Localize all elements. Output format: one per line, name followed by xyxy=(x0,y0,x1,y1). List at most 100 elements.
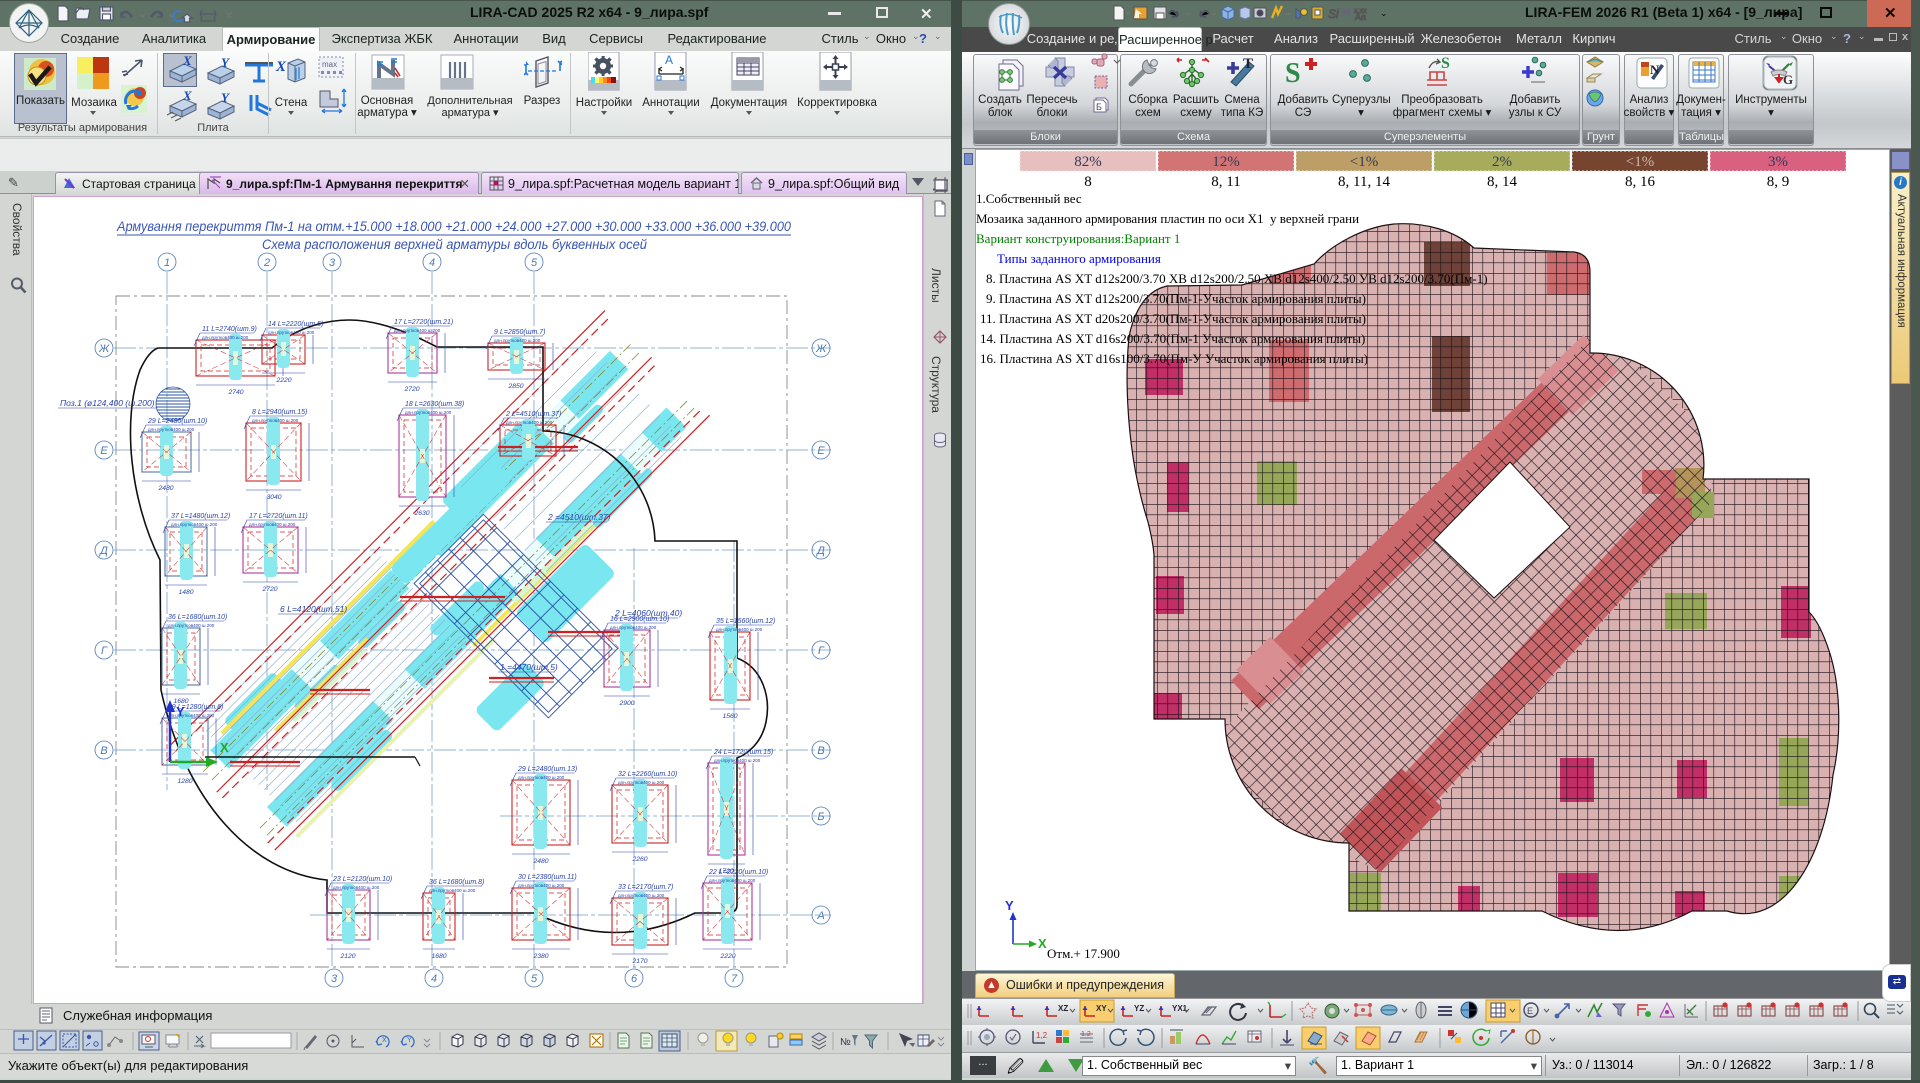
svg-text:14. Пластина AS XT d16s200/3.7: 14. Пластина AS XT d16s200/3.70(Пм-1 Уча… xyxy=(980,331,1365,346)
svg-text:длн.прутков400 ш.200: длн.прутков400 ш.200 xyxy=(249,522,296,527)
svg-text:35 L=1560(шт.12): 35 L=1560(шт.12) xyxy=(716,618,775,625)
svg-text:2: 2 xyxy=(263,257,270,269)
svg-text:1.2: 1.2 xyxy=(1081,1031,1091,1038)
svg-text:длн.прутков400 ш.200: длн.прутков400 ш.200 xyxy=(610,625,657,630)
svg-text:A: A xyxy=(665,53,673,67)
svg-text:длн.прутков400 ш.200: длн.прутков400 ш.200 xyxy=(518,883,565,888)
svg-text:В: В xyxy=(817,745,824,757)
svg-text:<1%: <1% xyxy=(1350,154,1378,170)
svg-text:2170: 2170 xyxy=(631,958,647,965)
svg-text:Б: Б xyxy=(1096,102,1102,112)
svg-text:8, 9: 8, 9 xyxy=(1767,174,1790,190)
svg-text:17 L=2720(шт.21): 17 L=2720(шт.21) xyxy=(394,319,453,326)
svg-text:2220: 2220 xyxy=(719,953,735,960)
svg-text:длн.прутков400 ш.200: длн.прутков400 ш.200 xyxy=(168,623,215,628)
svg-text:3: 3 xyxy=(329,257,336,269)
svg-text:длн.прутков400 ш.200: длн.прутков400 ш.200 xyxy=(714,758,761,763)
svg-text:Ж: Ж xyxy=(815,343,827,355)
svg-text:Д: Д xyxy=(815,545,825,557)
svg-text:36 L=1680(шт.8): 36 L=1680(шт.8) xyxy=(429,879,484,886)
svg-text:2380: 2380 xyxy=(532,953,548,960)
svg-text:3%: 3% xyxy=(1768,154,1788,170)
svg-text:Y: Y xyxy=(1005,898,1014,913)
svg-text:33 L=2170(шт.7): 33 L=2170(шт.7) xyxy=(618,884,673,891)
svg-text:2 =4510(шт.37): 2 =4510(шт.37) xyxy=(547,512,611,522)
svg-text:1680: 1680 xyxy=(431,953,446,960)
svg-text:2850: 2850 xyxy=(507,383,523,390)
svg-text:Поз.1 (ø124,400 (ш.200): Поз.1 (ø124,400 (ш.200) xyxy=(60,398,155,408)
svg-text:1560: 1560 xyxy=(722,713,737,720)
svg-text:1,2: 1,2 xyxy=(1036,1031,1048,1040)
svg-text:Отм.+ 17.900: Отм.+ 17.900 xyxy=(1047,946,1120,961)
svg-text:Е: Е xyxy=(817,445,825,457)
svg-text:E: E xyxy=(1527,1006,1533,1016)
svg-text:Мозаика заданного армирования: Мозаика заданного армирования пластин по… xyxy=(976,211,1359,226)
svg-text:длн.прутков400 ш.200: длн.прутков400 ш.200 xyxy=(268,330,315,335)
svg-text:36 L=1680(шт.10): 36 L=1680(шт.10) xyxy=(168,614,227,621)
svg-text:X: X xyxy=(275,59,287,75)
svg-text:2740: 2740 xyxy=(227,389,243,396)
svg-text:T: T xyxy=(1243,56,1253,72)
svg-text:4: 4 xyxy=(429,257,435,269)
svg-text:длн.прутков400 ш.200: длн.прутков400 ш.200 xyxy=(429,888,476,893)
svg-text:2900: 2900 xyxy=(618,700,634,707)
svg-text:длн.прутков400 ш.200: длн.прутков400 ш.200 xyxy=(168,713,215,718)
svg-text:29 L=2480(шт.13): 29 L=2480(шт.13) xyxy=(517,766,577,773)
svg-text:Г: Г xyxy=(818,645,825,657)
svg-text:2 L=4510(шт.37): 2 L=4510(шт.37) xyxy=(505,411,561,418)
svg-text:Aa: Aa xyxy=(1355,12,1366,22)
svg-text:X: X xyxy=(220,740,229,755)
svg-text:Y: Y xyxy=(176,704,185,719)
svg-text:Схема расположения верхней арм: Схема расположения верхней арматуры вдол… xyxy=(262,237,647,252)
svg-text:8 L=2940(шт.15): 8 L=2940(шт.15) xyxy=(252,409,307,416)
svg-text:2480: 2480 xyxy=(532,858,548,865)
svg-text:82%: 82% xyxy=(1074,154,1102,170)
svg-text:длн.прутков400 ш.200: длн.прутков400 ш.200 xyxy=(171,522,218,527)
svg-text:длн.прутков400 ш.200: длн.прутков400 ш.200 xyxy=(716,627,763,632)
svg-text:3: 3 xyxy=(331,973,338,985)
svg-text:Е: Е xyxy=(100,445,108,457)
svg-text:Y: Y xyxy=(407,1037,412,1044)
svg-text:Типы заданного армирования: Типы заданного армирования xyxy=(997,251,1161,266)
svg-text:1280: 1280 xyxy=(177,778,192,785)
svg-text:1 =4470(шт.5): 1 =4470(шт.5) xyxy=(500,662,558,672)
svg-text:длн.прутков400 ш.200: длн.прутков400 ш.200 xyxy=(405,410,452,415)
svg-text:Г: Г xyxy=(101,645,108,657)
svg-text:длн.прутков400 ш.200: длн.прутков400 ш.200 xyxy=(618,893,665,898)
svg-text:N: N xyxy=(1650,62,1660,77)
svg-text:длн.прутков400 ш.200: длн.прутков400 ш.200 xyxy=(518,775,565,780)
svg-text:X: X xyxy=(382,1037,387,1044)
svg-text:30 L=2380(шт.11): 30 L=2380(шт.11) xyxy=(518,874,577,881)
svg-text:17 L=2720(шт.11): 17 L=2720(шт.11) xyxy=(249,513,308,520)
svg-text:2 L=4060(шт.40): 2 L=4060(шт.40) xyxy=(614,608,682,618)
svg-text:длн.прутков400 ш.200: длн.прутков400 ш.200 xyxy=(494,338,541,343)
svg-text:<1%: <1% xyxy=(1626,154,1654,170)
svg-text:2480: 2480 xyxy=(157,485,173,492)
svg-text:11 L=2740(шт.9): 11 L=2740(шт.9) xyxy=(202,326,257,333)
svg-text:24 L=1720(шт.15): 24 L=1720(шт.15) xyxy=(713,749,773,756)
svg-text:11. Пластина AS XT d20s200/3.7: 11. Пластина AS XT d20s200/3.70(Пм-1-Уча… xyxy=(980,311,1366,326)
svg-text:А: А xyxy=(816,910,824,922)
svg-text:3040: 3040 xyxy=(266,494,281,501)
svg-text:Ж: Ж xyxy=(98,343,110,355)
svg-text:Y: Y xyxy=(221,90,230,105)
svg-text:9. Пластина AS XT d12s200/3.70: 9. Пластина AS XT d12s200/3.70(Пм-1-Учас… xyxy=(986,291,1366,306)
svg-text:1.Собственный вес: 1.Собственный вес xyxy=(976,191,1082,206)
svg-text:длн.прутков400 ш.200: длн.прутков400 ш.200 xyxy=(709,878,756,883)
svg-text:Б: Б xyxy=(817,811,824,823)
svg-text:23 L=2120(шт.10): 23 L=2120(шт.10) xyxy=(332,876,392,883)
svg-text:№: № xyxy=(840,1037,851,1048)
svg-text:7: 7 xyxy=(731,973,738,985)
svg-text:длн.прутков400 ш.200: длн.прутков400 ш.200 xyxy=(506,420,553,425)
svg-text:8, 11, 14: 8, 11, 14 xyxy=(1338,174,1390,190)
svg-text:8, 14: 8, 14 xyxy=(1487,174,1518,190)
svg-text:XZ: XZ xyxy=(1058,1004,1068,1013)
svg-text:14 L=2220(шт.5): 14 L=2220(шт.5) xyxy=(268,321,323,328)
svg-text:4: 4 xyxy=(431,973,437,985)
svg-text:S: S xyxy=(1285,58,1301,89)
svg-text:YZ: YZ xyxy=(1134,1004,1144,1013)
svg-text:длн.прутков400 ш.200: длн.прутков400 ш.200 xyxy=(148,427,195,432)
svg-text:5: 5 xyxy=(531,973,538,985)
svg-text:2630: 2630 xyxy=(413,510,429,517)
svg-text:В: В xyxy=(100,745,107,757)
